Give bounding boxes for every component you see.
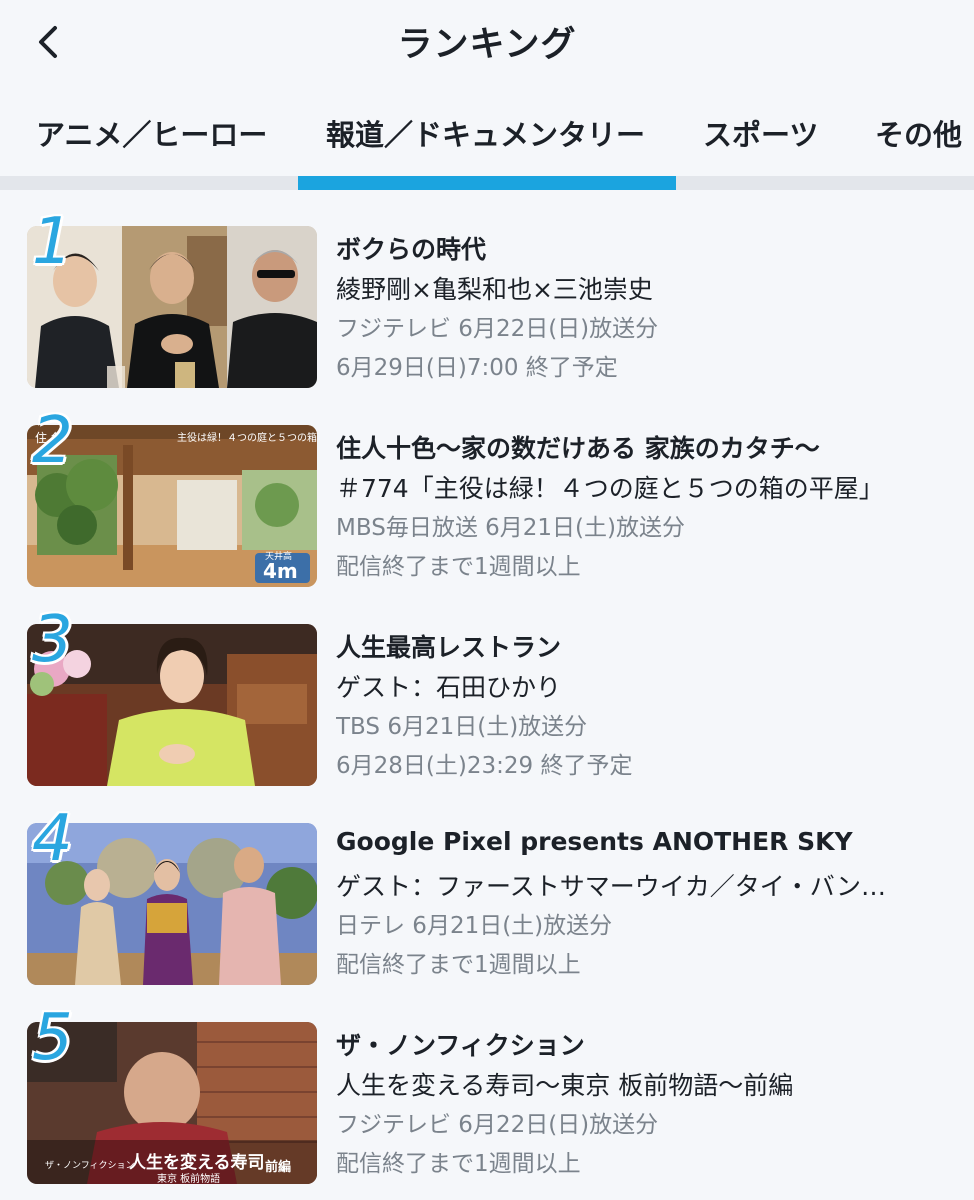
page-title: ランキング [397, 25, 577, 65]
tab-anime-hero[interactable]: アニメ／ヒーロー [36, 112, 267, 154]
rank-number: 3 [32, 603, 73, 677]
program-title: 住人十色〜家の数だけある 家族のカタチ〜 [336, 434, 820, 463]
ranking-item-1[interactable]: 1 ボクらの時代 綾野剛×亀梨和也×三池崇史 フジテレビ 6月22日(日)放送分… [0, 210, 974, 390]
program-title: Google Pixel presents ANOTHER SKY [336, 827, 853, 856]
tab-other[interactable]: その他 [875, 112, 962, 154]
rank-number: 2 [32, 404, 73, 478]
thumbnail-badge: 4m [263, 559, 298, 583]
rank-number: 4 [32, 802, 73, 876]
program-title: 人生最高レストラン [336, 633, 562, 662]
thumbnail-caption-small: ザ・ノンフィクション [45, 1161, 135, 1171]
broadcast-info: TBS 6月21日(土)放送分 [336, 714, 588, 740]
ranking-item-2[interactable]: 主役は緑！４つの庭と５つの箱の平屋 天井高 4m 住 色 2 住人十色〜家の数だ… [0, 409, 974, 589]
availability-info: 6月29日(日)7:00 終了予定 [336, 355, 618, 381]
thumbnail-caption: 主役は緑！４つの庭と５つの箱の平屋 [177, 433, 317, 444]
item-text: 住人十色〜家の数だけある 家族のカタチ〜 ＃774「主役は緑！４つの庭と５つの箱… [336, 429, 966, 586]
episode-subtitle: 綾野剛×亀梨和也×三池崇史 [336, 275, 653, 304]
broadcast-info: MBS毎日放送 6月21日(土)放送分 [336, 515, 685, 541]
ranking-item-3[interactable]: 3 人生最高レストラン ゲスト：石田ひかり TBS 6月21日(土)放送分 6月… [0, 608, 974, 788]
header-bar: ランキング [0, 0, 974, 84]
broadcast-info: フジテレビ 6月22日(日)放送分 [336, 1112, 659, 1138]
broadcast-info: フジテレビ 6月22日(日)放送分 [336, 316, 659, 342]
rank-number: 1 [32, 205, 73, 279]
program-title: ボクらの時代 [336, 235, 487, 264]
ranking-item-4[interactable]: 4 Google Pixel presents ANOTHER SKY ゲスト：… [0, 807, 974, 987]
availability-info: 配信終了まで1週間以上 [336, 952, 581, 978]
program-title: ザ・ノンフィクション [336, 1031, 585, 1060]
item-text: 人生最高レストラン ゲスト：石田ひかり TBS 6月21日(土)放送分 6月28… [336, 628, 966, 785]
tab-selected-indicator [298, 176, 676, 190]
tab-sports[interactable]: スポーツ [703, 112, 818, 154]
item-text: Google Pixel presents ANOTHER SKY ゲスト：ファ… [336, 827, 966, 984]
availability-info: 配信終了まで1週間以上 [336, 1151, 581, 1177]
thumbnail-caption-sub: 東京 板前物語 [157, 1174, 221, 1184]
rank-number: 5 [32, 1001, 73, 1075]
ranking-item-5[interactable]: ザ・ノンフィクション 人生を変える寿司 東京 板前物語 前編 5 ザ・ノンフィク… [0, 1006, 974, 1186]
episode-subtitle: ゲスト：石田ひかり [336, 673, 562, 702]
availability-info: 配信終了まで1週間以上 [336, 554, 581, 580]
episode-subtitle: 人生を変える寿司〜東京 板前物語〜前編 [336, 1071, 794, 1100]
item-text: ボクらの時代 綾野剛×亀梨和也×三池崇史 フジテレビ 6月22日(日)放送分 6… [336, 230, 966, 387]
availability-info: 6月28日(土)23:29 終了予定 [336, 753, 633, 779]
episode-subtitle: ＃774「主役は緑！４つの庭と５つの箱の平屋」 [336, 474, 884, 503]
broadcast-info: 日テレ 6月21日(土)放送分 [336, 913, 613, 939]
tab-news-documentary[interactable]: 報道／ドキュメンタリー [326, 112, 645, 154]
thumbnail-caption-tag: 前編 [265, 1160, 292, 1175]
item-text: ザ・ノンフィクション 人生を変える寿司〜東京 板前物語〜前編 フジテレビ 6月2… [336, 1026, 966, 1183]
episode-subtitle: ゲスト：ファーストサマーウイカ／タイ・バン… [336, 872, 887, 901]
